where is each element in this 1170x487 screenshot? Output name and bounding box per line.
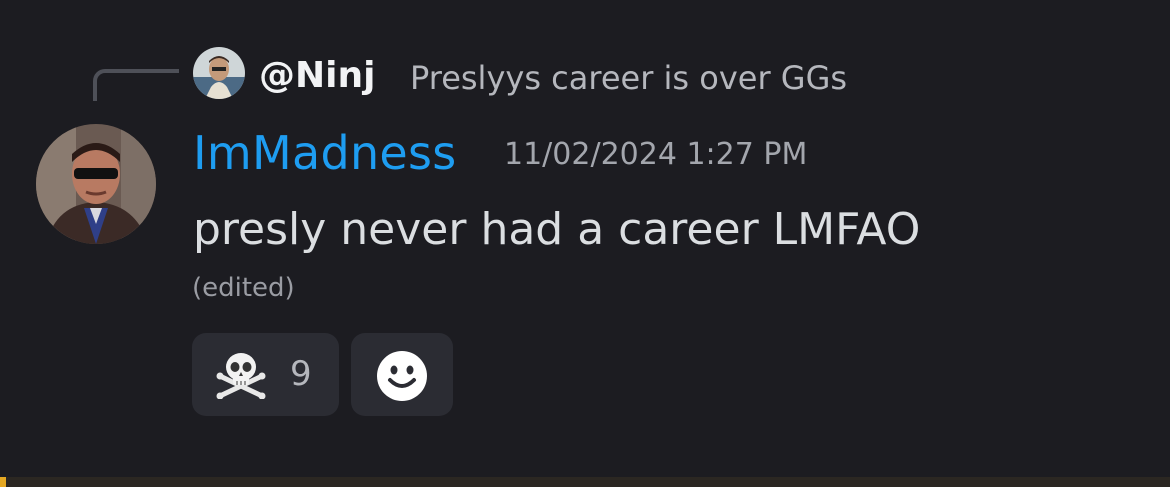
reply-username[interactable]: @Ninj: [259, 52, 375, 100]
reaction-skull-button[interactable]: 9: [192, 333, 339, 416]
add-reaction-button[interactable]: [351, 333, 453, 416]
reaction-count: 9: [290, 354, 312, 394]
message-timestamp[interactable]: 11/02/2024 1:27 PM: [504, 131, 807, 179]
author-username[interactable]: ImMadness: [193, 123, 457, 183]
reply-avatar-image: [193, 47, 245, 99]
smiley-face-icon: [377, 351, 427, 401]
accent-bar: [0, 477, 6, 487]
author-avatar-image: [36, 124, 156, 244]
next-message-strip: [0, 477, 1170, 487]
reply-avatar[interactable]: [193, 47, 245, 99]
reply-preview-text[interactable]: Preslyys career is over GGs: [410, 54, 847, 102]
message-content: presly never had a career LMFAO: [193, 204, 921, 255]
edited-label: (edited): [192, 273, 295, 303]
author-avatar[interactable]: [36, 124, 156, 244]
reply-spine: [93, 69, 179, 101]
skull-and-crossbones-icon: [216, 353, 266, 399]
